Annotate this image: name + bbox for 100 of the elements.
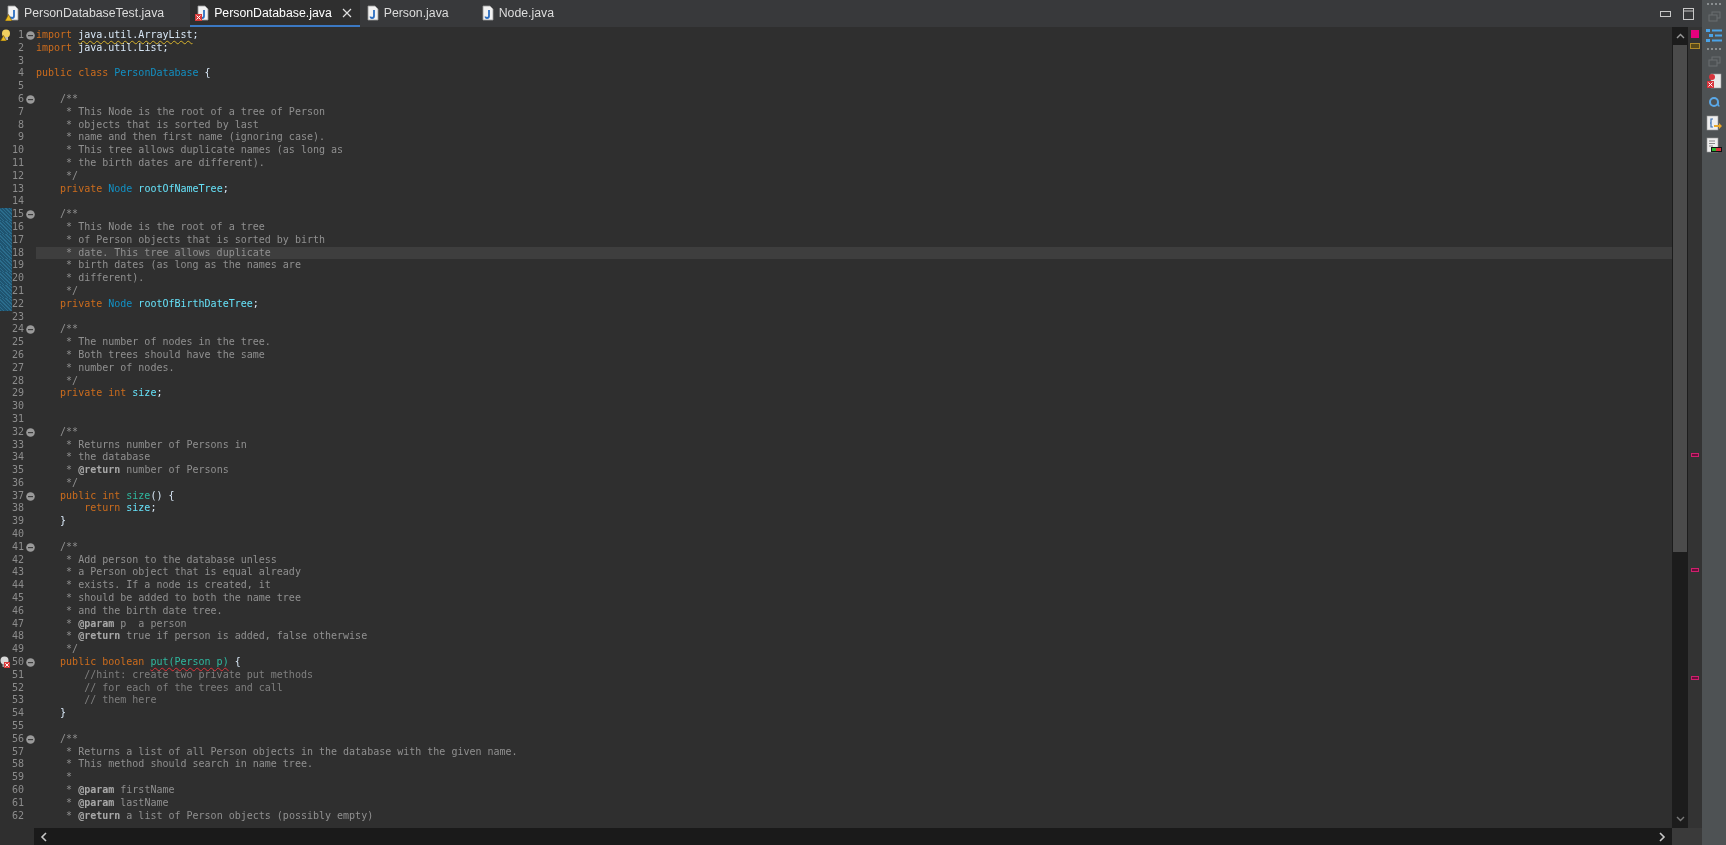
editor-tab[interactable]: PersonDatabase.java (190, 0, 360, 27)
code-line: * @return a list of Person objects (possibly empty) (65, 809, 374, 823)
line-number: 44 (10, 579, 24, 593)
line-number: 23 (10, 310, 24, 324)
code-line: public class PersonDatabase { (36, 67, 211, 81)
code-line: * The number of nodes in the tree. (65, 336, 271, 349)
code-line: * (65, 771, 73, 784)
line-number: 3 (16, 54, 24, 68)
collapse-icon[interactable] (25, 734, 35, 744)
code-line: */ (65, 476, 79, 490)
line-number: 6 (16, 93, 24, 106)
line-number: 50 (10, 656, 24, 669)
line-number: 36 (10, 476, 24, 490)
code-line: * number of nodes. (65, 361, 175, 375)
line-number: 37 (10, 489, 24, 503)
code-line: public boolean put(Person p) { (59, 656, 241, 669)
line-number: 22 (10, 297, 24, 311)
code-line: * This tree allows duplicate names (as long as (65, 144, 344, 157)
bulb-error-icon[interactable] (0, 656, 10, 669)
line-number: 56 (10, 732, 24, 746)
outline-icon[interactable] (1706, 28, 1722, 42)
line-number: 30 (10, 400, 24, 413)
code-line: * This method should search in name tree. (65, 758, 313, 772)
line-number: 40 (10, 528, 24, 541)
warning-marker[interactable] (1690, 43, 1700, 49)
code-line: * date. This tree allows duplicate (65, 246, 271, 260)
at-sign-icon[interactable] (1707, 95, 1721, 109)
line-number: 58 (10, 758, 24, 772)
scrollbar-thumb[interactable] (1673, 45, 1687, 552)
line-number: 57 (10, 745, 24, 759)
scroll-left-icon[interactable] (40, 831, 47, 842)
code-line: * birth dates (as long as the names are (65, 259, 301, 273)
code-line: /** (59, 208, 79, 221)
line-number: 53 (10, 694, 24, 708)
code-line: private Node rootOfNameTree; (59, 182, 229, 196)
line-number: 60 (10, 784, 24, 797)
line-number: 49 (10, 643, 24, 657)
line-number: 32 (10, 425, 24, 439)
collapse-icon[interactable] (25, 210, 35, 220)
error-marker[interactable] (1691, 568, 1699, 572)
scroll-right-icon[interactable] (1659, 831, 1666, 842)
maximize-icon[interactable] (1683, 7, 1694, 20)
code-line: * @param p a person (65, 617, 187, 631)
line-number: 42 (10, 553, 24, 567)
line-number: 45 (10, 592, 24, 605)
console-icon[interactable] (1706, 137, 1722, 153)
minimize-icon[interactable] (1660, 10, 1671, 17)
code-line: * This Node is the root of a tree of Person (65, 105, 325, 119)
line-number: 34 (10, 451, 24, 465)
editor-tab[interactable]: Person.java (359, 0, 475, 27)
code-line: */ (65, 284, 79, 298)
code-line: */ (65, 374, 79, 388)
line-number: 48 (10, 630, 24, 644)
code-line: * the birth dates are different). (65, 156, 265, 170)
collapse-icon[interactable] (25, 542, 35, 552)
code-line: * of Person objects that is sorted by birth (65, 233, 325, 247)
code-line: * should be added to both the name tree (65, 592, 301, 605)
collapse-icon[interactable] (25, 325, 35, 335)
line-number: 12 (10, 169, 24, 183)
code-line: * Add person to the database unless (65, 553, 277, 567)
code-line: * the database (65, 451, 151, 465)
line-number: 38 (10, 502, 24, 516)
editor-tab[interactable]: Node.java (474, 0, 581, 27)
collapse-icon[interactable] (25, 30, 35, 40)
line-number: 55 (10, 720, 24, 733)
line-number: 19 (10, 259, 24, 273)
line-number: 29 (10, 387, 24, 401)
scroll-down-icon[interactable] (1675, 816, 1685, 822)
line-number: 7 (16, 105, 24, 119)
collapse-icon[interactable] (25, 491, 35, 501)
line-number: 26 (10, 348, 24, 362)
code-line: public int size() { (59, 489, 175, 503)
line-number: 27 (10, 361, 24, 375)
collapse-icon[interactable] (25, 427, 35, 437)
error-marker[interactable] (1691, 676, 1699, 680)
drag-handle-icon[interactable] (1707, 3, 1721, 5)
close-icon[interactable] (341, 7, 352, 18)
line-number: 51 (10, 668, 24, 682)
error-summary-marker[interactable] (1691, 30, 1699, 38)
error-marker[interactable] (1691, 453, 1699, 457)
line-number: 24 (10, 323, 24, 337)
drag-handle-icon[interactable] (1707, 48, 1721, 50)
line-number: 54 (10, 707, 24, 721)
code-line: * @return number of Persons (65, 464, 229, 477)
code-line: * @param lastName (65, 796, 169, 810)
error-log-icon[interactable] (1706, 73, 1722, 89)
line-number: 52 (10, 681, 24, 695)
line-number: 4 (16, 67, 24, 81)
collapse-icon[interactable] (25, 94, 35, 104)
code-line: //hint: create two private put methods (83, 668, 313, 682)
line-number: 21 (10, 284, 24, 298)
bulb-warning-icon[interactable] (0, 29, 10, 41)
collapse-icon[interactable] (25, 657, 35, 667)
declaration-icon[interactable] (1706, 115, 1722, 131)
line-number: 41 (10, 540, 24, 554)
editor-tab[interactable]: PersonDatabaseTest.java (0, 0, 191, 27)
code-line: /** (59, 323, 79, 337)
line-number: 15 (10, 208, 24, 221)
scroll-up-icon[interactable] (1675, 33, 1685, 39)
code-line: * @return true if person is added, false otherwise (65, 630, 368, 644)
